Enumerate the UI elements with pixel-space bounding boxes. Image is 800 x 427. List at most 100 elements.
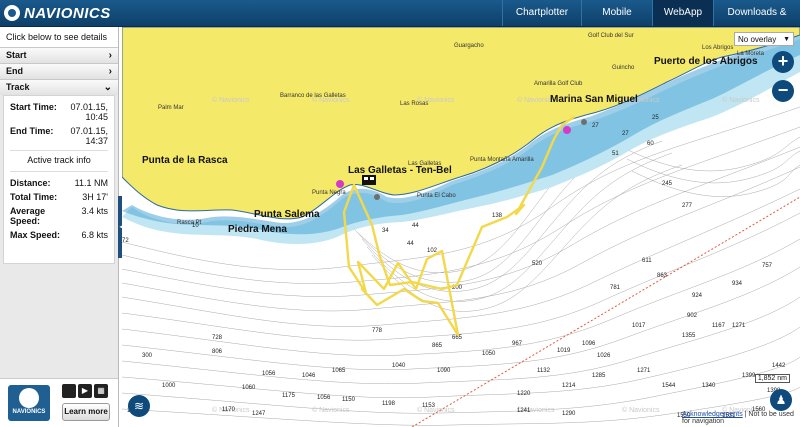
learn-more-button[interactable]: Learn more bbox=[62, 403, 110, 421]
svg-text:1050: 1050 bbox=[482, 351, 496, 357]
svg-text:1170: 1170 bbox=[222, 407, 236, 413]
navionics-app-badge[interactable]: NAVIONICS bbox=[8, 385, 50, 421]
windows-store-icon[interactable]: ▦ bbox=[94, 384, 108, 398]
svg-text:Guargacho: Guargacho bbox=[454, 43, 484, 49]
start-time-row: Start Time: 07.01.15, 10:45 bbox=[10, 102, 108, 122]
sidebar: Click below to see details Start › End ›… bbox=[0, 27, 119, 427]
navionics-logo[interactable]: NAVIONICS bbox=[4, 4, 111, 22]
svg-text:1355: 1355 bbox=[682, 333, 696, 339]
svg-text:611: 611 bbox=[642, 258, 652, 264]
top-nav: Chartplotter Mobile WebApp Downloads & U… bbox=[502, 0, 800, 44]
svg-text:1340: 1340 bbox=[702, 383, 716, 389]
map-canvas: © Navionics © Navionics © Navionics © Navio… bbox=[122, 27, 800, 427]
svg-text:1132: 1132 bbox=[537, 368, 551, 374]
logo-icon bbox=[4, 5, 20, 21]
svg-text:© Navionics: © Navionics bbox=[722, 96, 760, 104]
distance-row: Distance: 11.1 NM bbox=[10, 178, 108, 188]
distance-label: Distance: bbox=[10, 178, 51, 188]
svg-text:806: 806 bbox=[212, 349, 223, 355]
avg-speed-value: 3.4 kts bbox=[81, 206, 108, 216]
svg-text:1056: 1056 bbox=[317, 395, 331, 401]
accordion-track-label: Track bbox=[6, 82, 30, 92]
max-speed-value: 6.8 kts bbox=[81, 230, 108, 240]
svg-text:Marina San Miguel: Marina San Miguel bbox=[550, 94, 638, 105]
svg-text:1040: 1040 bbox=[392, 363, 406, 369]
svg-text:277: 277 bbox=[682, 203, 693, 209]
end-time-label: End Time: bbox=[10, 126, 54, 136]
sidebar-footer: NAVIONICS ▶ ▦ Learn more bbox=[0, 378, 118, 427]
chart-map[interactable]: © Navionics © Navionics © Navionics © Navio… bbox=[122, 27, 800, 427]
svg-text:1167: 1167 bbox=[712, 323, 726, 329]
layers-button[interactable]: ≋ bbox=[128, 395, 150, 417]
chevron-right-icon: › bbox=[108, 50, 112, 61]
svg-text:1290: 1290 bbox=[562, 411, 576, 417]
nav-downloads[interactable]: Downloads & Updates bbox=[713, 0, 800, 44]
svg-text:1175: 1175 bbox=[282, 393, 296, 399]
nav-mobile[interactable]: Mobile bbox=[581, 0, 652, 26]
svg-text:La Moreta: La Moreta bbox=[737, 51, 765, 57]
svg-text:934: 934 bbox=[732, 281, 743, 287]
svg-text:1247: 1247 bbox=[252, 411, 266, 417]
svg-text:34: 34 bbox=[382, 228, 389, 234]
acknowledgements-link[interactable]: Acknowledgements bbox=[682, 411, 743, 418]
map-footer: Acknowledgements | Not to be used for na… bbox=[682, 411, 800, 425]
active-track-info: Active track info bbox=[10, 150, 108, 172]
svg-text:1090: 1090 bbox=[437, 368, 451, 374]
svg-text:781: 781 bbox=[610, 285, 621, 291]
svg-text:1019: 1019 bbox=[557, 348, 571, 354]
svg-text:Punta Salema: Punta Salema bbox=[254, 209, 320, 220]
apple-store-icon[interactable] bbox=[62, 384, 76, 398]
svg-text:1096: 1096 bbox=[582, 341, 596, 347]
svg-text:27: 27 bbox=[622, 131, 629, 137]
zoom-out-button[interactable]: − bbox=[772, 80, 794, 102]
accordion-end[interactable]: End › bbox=[0, 63, 118, 79]
chevron-down-icon: ⌄ bbox=[103, 82, 112, 93]
svg-text:1285: 1285 bbox=[592, 373, 606, 379]
person-icon[interactable]: ♟ bbox=[770, 389, 792, 411]
max-speed-label: Max Speed: bbox=[10, 230, 61, 240]
badge-text: NAVIONICS bbox=[12, 409, 46, 415]
accordion-start[interactable]: Start › bbox=[0, 47, 118, 63]
svg-text:1150: 1150 bbox=[342, 397, 356, 403]
svg-text:Las Rosas: Las Rosas bbox=[400, 101, 428, 107]
store-icons: ▶ ▦ bbox=[62, 384, 108, 398]
svg-text:44: 44 bbox=[412, 223, 419, 229]
svg-text:863: 863 bbox=[657, 273, 668, 279]
svg-text:Puerto de los Abrigos: Puerto de los Abrigos bbox=[654, 56, 758, 67]
svg-text:1544: 1544 bbox=[662, 383, 676, 389]
total-time-value: 3H 17' bbox=[82, 192, 108, 202]
distance-value: 11.1 NM bbox=[74, 178, 108, 188]
brand-name: NAVIONICS bbox=[24, 4, 111, 22]
svg-text:1000: 1000 bbox=[162, 383, 176, 389]
start-time-label: Start Time: bbox=[10, 102, 57, 112]
svg-text:865: 865 bbox=[432, 343, 443, 349]
svg-text:1241: 1241 bbox=[517, 408, 531, 414]
svg-text:1198: 1198 bbox=[382, 401, 396, 407]
svg-text:1060: 1060 bbox=[242, 385, 256, 391]
svg-text:51: 51 bbox=[612, 151, 619, 157]
svg-text:Barranco de las Galletas: Barranco de las Galletas bbox=[280, 93, 346, 99]
svg-text:Golf Club del Sur: Golf Club del Sur bbox=[588, 33, 634, 39]
zoom-in-button[interactable]: + bbox=[772, 51, 794, 73]
nav-webapp[interactable]: WebApp bbox=[652, 0, 713, 26]
overlay-select[interactable]: No overlay ▼ bbox=[734, 32, 794, 46]
svg-text:300: 300 bbox=[142, 353, 153, 359]
svg-text:© Navionics: © Navionics bbox=[212, 96, 250, 104]
svg-text:1065: 1065 bbox=[332, 368, 346, 374]
overlay-select-value: No overlay bbox=[738, 35, 777, 44]
google-play-icon[interactable]: ▶ bbox=[78, 384, 92, 398]
svg-text:Guincho: Guincho bbox=[612, 65, 635, 71]
svg-text:© Navionics: © Navionics bbox=[312, 406, 350, 414]
max-speed-row: Max Speed: 6.8 kts bbox=[10, 230, 108, 240]
accordion-track[interactable]: Track ⌄ bbox=[0, 79, 118, 95]
svg-text:924: 924 bbox=[692, 293, 703, 299]
avg-speed-label: Average Speed: bbox=[10, 206, 46, 226]
start-time-value: 07.01.15, 10:45 bbox=[70, 102, 108, 122]
svg-text:1056: 1056 bbox=[262, 371, 276, 377]
svg-text:Punta de la Rasca: Punta de la Rasca bbox=[142, 155, 228, 166]
svg-text:1046: 1046 bbox=[302, 373, 316, 379]
svg-text:60: 60 bbox=[647, 141, 654, 147]
nav-chartplotter[interactable]: Chartplotter bbox=[502, 0, 581, 26]
accordion-end-label: End bbox=[6, 66, 23, 76]
total-time-label: Total Time: bbox=[10, 192, 58, 202]
